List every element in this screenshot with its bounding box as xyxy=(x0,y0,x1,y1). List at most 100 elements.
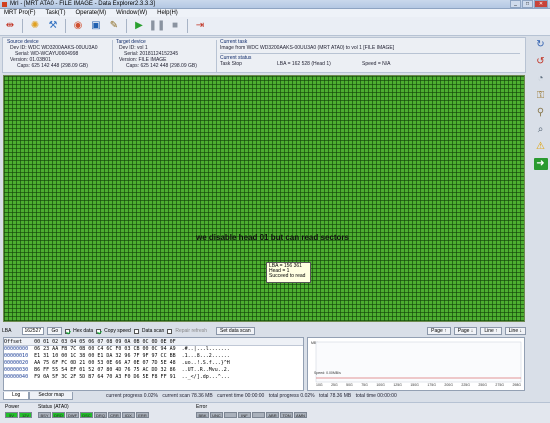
tab-log[interactable]: Log xyxy=(3,392,30,400)
hex-ascii: .1...8...2...... xyxy=(181,353,230,359)
led-abr: ABR xyxy=(266,412,279,418)
speed-chart-area xyxy=(315,341,522,383)
hex-row: 00000030 B6 FF 55 54 EF 01 52 07 80 4D 7… xyxy=(4,367,303,374)
x-tick: 175G xyxy=(427,383,436,387)
go-button[interactable]: Go xyxy=(47,327,63,335)
data-scan-checkbox[interactable] xyxy=(133,328,139,334)
target-caps: Caps: 625 142 448 (298.09 GB) xyxy=(126,63,197,69)
x-tick: 250G xyxy=(478,383,487,387)
panel-divider xyxy=(112,40,113,72)
led-5v: 5V xyxy=(5,412,18,418)
gauge-icon[interactable]: ◔ xyxy=(534,73,548,85)
play-icon[interactable]: ▶ xyxy=(132,19,146,33)
window-controls: _ □ ✕ xyxy=(510,0,548,9)
task-description: Image from WDC WD3200AAKS-00UU3A0 (MRT A… xyxy=(220,45,395,51)
hex-offset: 00000040 xyxy=(4,374,29,380)
hex-bytes: B6 FF 55 54 EF 01 52 07 80 4D 76 75 AC D… xyxy=(34,367,176,373)
tab-sector-map[interactable]: Sector map xyxy=(29,392,73,400)
key-icon[interactable]: ⚿ xyxy=(534,90,548,102)
repair-refresh-label: Repair refresh xyxy=(175,328,208,334)
target-device-block: Target device Dev ID: vol 1 Serial: 2018… xyxy=(116,39,197,69)
refresh-icon[interactable]: ↻ xyxy=(534,39,548,51)
menu-task[interactable]: Task(T) xyxy=(45,9,65,17)
hex-ascii: ..UT..R..Mvu..2. xyxy=(181,367,230,373)
page-up-button[interactable]: Page ↑ xyxy=(427,327,451,335)
zoom-icon[interactable]: ⌕ xyxy=(534,124,548,136)
error-leds: BBK UNC INF ABR TON AMN xyxy=(196,412,307,418)
toolbar-divider xyxy=(187,19,188,33)
copy-speed-checkbox[interactable] xyxy=(96,328,102,334)
tools-icon[interactable]: ✎ xyxy=(107,19,121,33)
menu-bar: MRT Pro(F) Task(T) Operate(M) Window(W) … xyxy=(0,9,550,17)
x-tick: 275G xyxy=(495,383,504,387)
status-lba: LBA = 162 528 (Head 1) xyxy=(277,61,331,67)
hex-row: 00000010 E1 31 10 00 1C 38 00 E1 DA 32 9… xyxy=(4,353,303,360)
led-inf: INF xyxy=(238,412,251,418)
wand-icon[interactable]: ⚲ xyxy=(534,107,548,119)
hex-bytes: 06 23 AA FB 7C 0B 00 C4 6C F0 03 CB 00 0… xyxy=(34,346,176,352)
toolbar: ⇹ ✺ ⚒ ◉ ▣ ✎ ▶ ❚❚ ■ ⇥ xyxy=(0,17,550,36)
menu-operate[interactable]: Operate(M) xyxy=(75,9,106,17)
line-up-button[interactable]: Line ↑ xyxy=(480,327,502,335)
status-bar: Power 5V 12V Status (ATA0) BSY DRD DWF D… xyxy=(0,402,550,423)
x-tick: 150G xyxy=(410,383,419,387)
side-toolbar: ↻ ↺ ◔ ⚿ ⚲ ⌕ ⚠ ➜ xyxy=(531,37,550,170)
pause-icon[interactable]: ❚❚ xyxy=(149,19,166,33)
menu-help[interactable]: Help(H) xyxy=(157,9,178,17)
window-title: MrI - [MRT ATA0 - FILE IMAGE - Data Expl… xyxy=(10,1,155,7)
x-tick: 125G xyxy=(393,383,402,387)
led-ton: TON xyxy=(280,412,293,418)
sector-map-grid[interactable] xyxy=(3,75,525,322)
set-data-scan-button[interactable]: Set data scan xyxy=(216,327,255,335)
stop-icon[interactable]: ■ xyxy=(168,19,182,33)
save-icon[interactable]: ▣ xyxy=(89,19,103,33)
menu-mrt-pro[interactable]: MRT Pro(F) xyxy=(4,9,35,17)
forward-icon[interactable]: ➜ xyxy=(533,158,548,170)
close-button[interactable]: ✕ xyxy=(534,0,548,8)
led-unc: UNC xyxy=(210,412,223,418)
warning-icon[interactable]: ⚠ xyxy=(534,141,548,153)
led-idx: IDX xyxy=(122,412,135,418)
connect-icon[interactable]: ⇹ xyxy=(3,19,17,33)
minimize-button[interactable]: _ xyxy=(510,0,521,8)
led-blank xyxy=(252,412,265,418)
speed-x-axis: 10G 25G 50G 75G 100G 125G 150G 175G 200G… xyxy=(316,383,521,387)
line-down-button[interactable]: Line ↓ xyxy=(504,327,526,335)
lba-input[interactable] xyxy=(22,327,45,335)
led-12v: 12V xyxy=(19,412,32,418)
current-time: current time 00:00:00 xyxy=(217,393,265,399)
panel-divider xyxy=(216,40,217,72)
hex-view[interactable]: Offset 00 01 02 03 04 05 06 07 08 09 0A … xyxy=(3,337,304,391)
hex-data-checkbox[interactable] xyxy=(65,328,71,334)
led-dwf: DWF xyxy=(66,412,79,418)
hex-offset: 00000020 xyxy=(4,360,29,366)
tooltip-result: Succeed to read xyxy=(269,273,306,279)
hex-offset: 00000000 xyxy=(4,346,29,352)
exit-icon[interactable]: ⇥ xyxy=(193,19,207,33)
toolbar-divider xyxy=(65,19,66,33)
task-block: Current task Image from WDC WD3200AAKS-0… xyxy=(220,39,520,67)
hex-offset: 00000030 xyxy=(4,367,29,373)
lba-bar: LBA Go Hex data Copy speed Data scan Rep… xyxy=(2,326,526,336)
led-bsy: BSY xyxy=(38,412,51,418)
maximize-button[interactable]: □ xyxy=(522,0,533,8)
led-bbk: BBK xyxy=(196,412,209,418)
repair-refresh-checkbox[interactable] xyxy=(167,328,173,334)
led-amn: AMN xyxy=(294,412,307,418)
x-tick: 75G xyxy=(361,383,368,387)
led-err: ERR xyxy=(136,412,149,418)
settings-icon[interactable]: ✺ xyxy=(28,19,42,33)
disk-icon[interactable]: ◉ xyxy=(71,19,85,33)
hex-data-label: Hex data xyxy=(73,328,94,334)
device-icon[interactable]: ⚒ xyxy=(46,19,60,33)
hex-ascii: .#..|...l....... xyxy=(181,346,230,352)
toolbar-divider xyxy=(126,19,127,33)
hex-row: 00000020 AA 75 6F FC 0D 21 00 53 0E 66 A… xyxy=(4,360,303,367)
x-tick: 200G xyxy=(444,383,453,387)
toolbar-divider xyxy=(22,19,23,33)
menu-window[interactable]: Window(W) xyxy=(116,9,147,17)
page-down-button[interactable]: Page ↓ xyxy=(453,327,478,335)
undo-icon[interactable]: ↺ xyxy=(534,56,548,68)
status-label: Status (ATA0) xyxy=(38,404,69,410)
led-drd: DRD xyxy=(52,412,65,418)
